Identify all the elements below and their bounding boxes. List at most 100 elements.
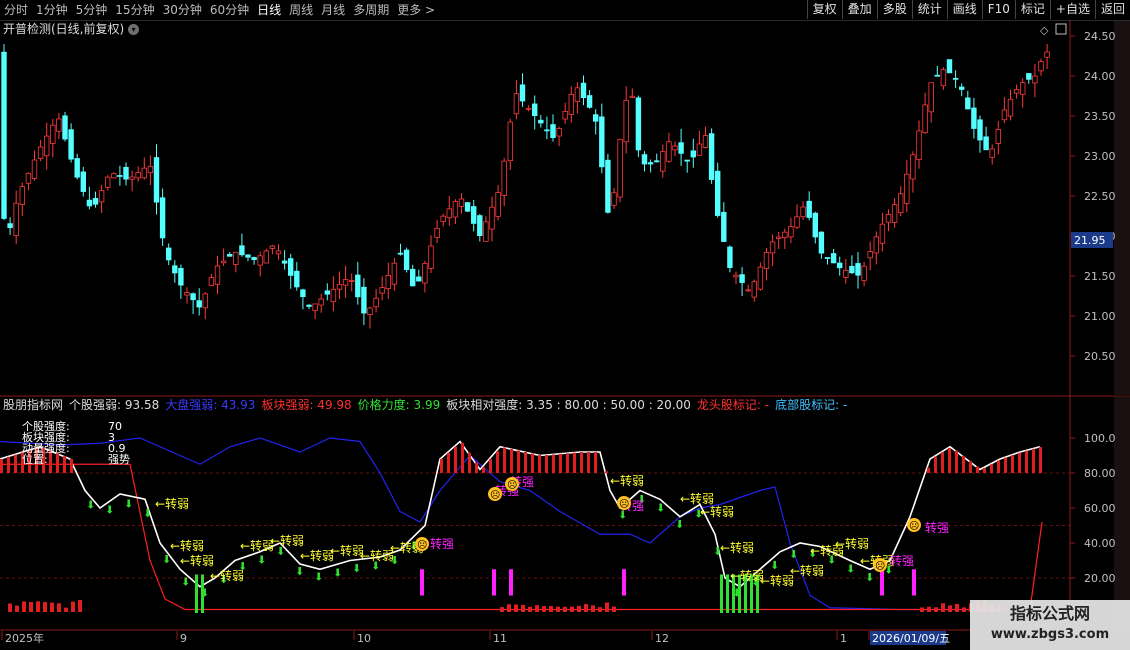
candle-body bbox=[86, 199, 93, 207]
signal-weak-label: ←转弱 bbox=[610, 473, 644, 488]
candle-body bbox=[806, 200, 812, 218]
price-tick-label: 21.50 bbox=[1084, 270, 1116, 283]
bottom-bar bbox=[71, 601, 75, 612]
strong-bar bbox=[976, 466, 979, 473]
candle-body bbox=[245, 254, 251, 258]
candle-body bbox=[891, 204, 898, 223]
strong-bar bbox=[559, 453, 562, 473]
candle-body bbox=[105, 176, 111, 188]
candle-body bbox=[62, 115, 68, 140]
price-tick-label: 21.00 bbox=[1084, 310, 1116, 323]
candle-body bbox=[599, 116, 605, 168]
candle-body bbox=[568, 93, 574, 115]
strong-bar bbox=[447, 452, 450, 473]
candle-body bbox=[98, 190, 105, 203]
strong-bar bbox=[941, 452, 944, 473]
candle-body bbox=[1026, 73, 1032, 80]
candle-body bbox=[885, 213, 892, 223]
bottom-bar bbox=[22, 601, 26, 612]
strong-bar bbox=[990, 464, 993, 473]
candle-body bbox=[56, 118, 62, 132]
candle-body bbox=[702, 135, 709, 148]
candle-body bbox=[391, 262, 398, 285]
candle-body bbox=[470, 206, 477, 224]
bottom-bar bbox=[542, 605, 546, 612]
candle-body bbox=[440, 215, 446, 222]
indicator-field-1: 大盘强弱: 43.93 bbox=[165, 398, 256, 412]
signal-weak-label: ←转弱 bbox=[210, 568, 244, 583]
candle-body bbox=[312, 303, 318, 311]
candle-body bbox=[660, 151, 666, 172]
candle-body bbox=[513, 93, 520, 115]
price-tick-label: 22.50 bbox=[1084, 190, 1116, 203]
candle-body bbox=[623, 99, 629, 143]
chart-area[interactable]: ◇ 24.5024.0023.5023.0022.5022.0021.5021.… bbox=[0, 0, 1130, 650]
candle-body bbox=[452, 201, 459, 218]
candle-body bbox=[403, 249, 410, 271]
ind-tick-label: 40.00 bbox=[1084, 537, 1116, 550]
signal-strong-label: 转强 bbox=[890, 553, 914, 568]
candle-body bbox=[550, 124, 556, 138]
candle-body bbox=[263, 250, 269, 264]
candle-body bbox=[525, 107, 532, 110]
candle-body bbox=[190, 293, 196, 301]
side-panel bbox=[1114, 21, 1130, 396]
bottom-bar bbox=[948, 605, 952, 612]
candle-body bbox=[342, 279, 349, 286]
candle-body bbox=[751, 281, 757, 298]
candle-body bbox=[769, 241, 776, 254]
candle-body bbox=[654, 160, 660, 163]
signal-weak-label: ←转弱 bbox=[330, 543, 364, 558]
green-bar bbox=[720, 574, 723, 613]
candle-body bbox=[593, 114, 599, 122]
candle-body bbox=[1013, 89, 1020, 94]
candle-body bbox=[629, 95, 635, 98]
strong-bar bbox=[454, 446, 457, 473]
candle-body bbox=[1020, 82, 1026, 95]
candle-body bbox=[666, 141, 672, 162]
candle-body bbox=[617, 138, 623, 198]
candle-body bbox=[165, 247, 172, 261]
candle-body bbox=[74, 158, 80, 178]
strong-bar bbox=[587, 452, 590, 473]
candle-body bbox=[690, 150, 696, 158]
indicator-field-3: 价格力度: 3.99 bbox=[357, 398, 441, 412]
candle-body bbox=[971, 107, 977, 129]
candle-body bbox=[965, 97, 971, 110]
bottom-bar bbox=[15, 605, 19, 612]
candle-body bbox=[1044, 51, 1050, 58]
candle-body bbox=[257, 255, 263, 266]
candle-body bbox=[172, 265, 178, 274]
candle-body bbox=[348, 280, 355, 282]
candle-body bbox=[416, 276, 422, 282]
down-arrow-icon: ⬇ bbox=[846, 563, 855, 576]
bottom-bar bbox=[528, 606, 532, 612]
price-tick-label: 23.50 bbox=[1084, 110, 1116, 123]
candle-body bbox=[159, 197, 166, 239]
candle-body bbox=[294, 270, 300, 288]
down-arrow-icon: ⬇ bbox=[333, 566, 342, 579]
candle-body bbox=[330, 288, 337, 303]
candle-body bbox=[196, 300, 202, 308]
date-label: 12 bbox=[655, 632, 669, 645]
strong-bar bbox=[14, 454, 17, 473]
strong-bar bbox=[605, 471, 608, 473]
date-label: 1 bbox=[840, 632, 847, 645]
bottom-bar bbox=[78, 600, 82, 612]
bottom-bar bbox=[605, 602, 609, 612]
bottom-bar bbox=[500, 607, 504, 612]
candle-body bbox=[202, 293, 208, 309]
candle-body bbox=[605, 159, 611, 213]
sad-face-mouth: ☹ bbox=[875, 561, 885, 572]
bottom-bar bbox=[36, 601, 40, 612]
candle-body bbox=[239, 245, 245, 256]
strong-bar bbox=[475, 462, 478, 473]
candle-body bbox=[13, 202, 19, 237]
candle-body bbox=[843, 269, 849, 278]
bottom-bar bbox=[934, 607, 938, 612]
bottom-bar bbox=[941, 603, 945, 612]
candle-body bbox=[635, 97, 642, 151]
strong-bar bbox=[927, 467, 930, 473]
down-arrow-icon: ⬇ bbox=[143, 507, 152, 520]
candle-body bbox=[379, 287, 385, 294]
